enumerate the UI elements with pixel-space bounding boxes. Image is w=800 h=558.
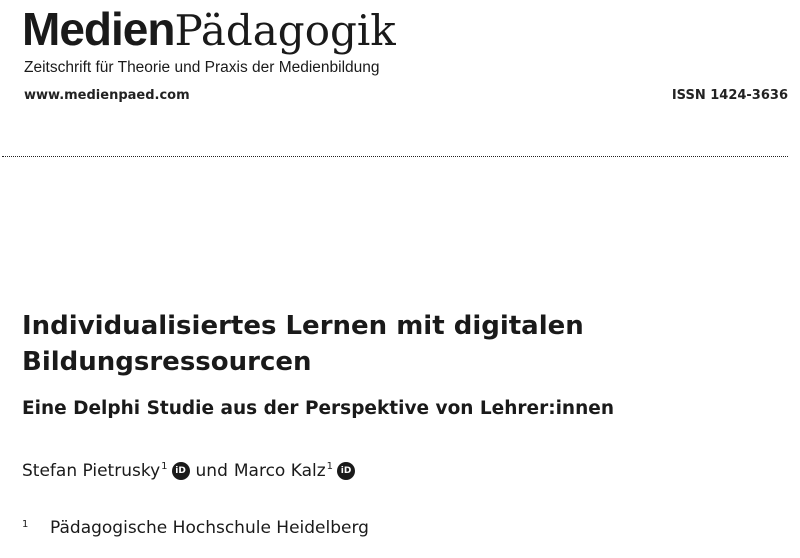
logo-serif-text: Pädagogik [174,6,396,55]
affiliation-name: Pädagogische Hochschule Heidelberg [50,518,369,538]
author-name: Marco Kalz [233,461,326,481]
author-affil-marker: 1 [326,460,334,472]
journal-url[interactable]: www.medienpaed.com [24,88,190,103]
journal-issn: ISSN 1424-3636 [671,88,788,103]
logo-bold-text: Medien [22,3,175,55]
affiliation: 1 Pädagogische Hochschule Heidelberg [22,518,369,538]
orcid-icon[interactable]: iD [171,462,190,480]
journal-tagline: Zeitschrift für Theorie und Praxis der M… [24,59,380,76]
article-subtitle: Eine Delphi Studie aus der Perspektive v… [22,398,614,419]
orcid-icon[interactable]: iD [337,462,356,480]
header-divider [2,156,788,157]
affiliation-number: 1 [22,519,29,530]
author-name: Stefan Pietrusky [22,461,161,481]
author-affil-marker: 1 [161,460,168,472]
journal-logo: MedienPädagogik [22,2,396,56]
author-line: Stefan Pietrusky 1 iD und Marco Kalz 1 iD [22,461,361,481]
article-title: Individualisiertes Lernen mit digitalen … [22,311,584,377]
author-connector: und [195,461,228,481]
